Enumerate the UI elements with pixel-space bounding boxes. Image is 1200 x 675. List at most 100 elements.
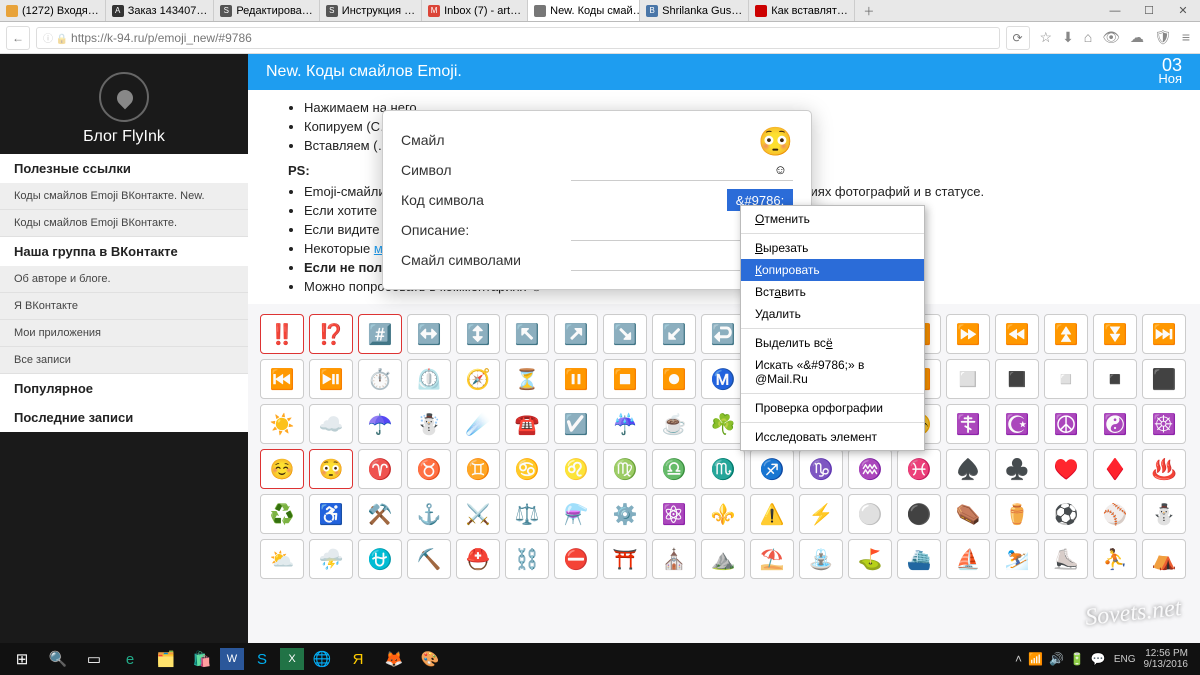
emoji-cell[interactable]: ♠️ (946, 449, 990, 489)
emoji-cell[interactable]: ♈ (358, 449, 402, 489)
emoji-cell[interactable]: ⛅ (260, 539, 304, 579)
emoji-cell[interactable]: ⚖️ (505, 494, 549, 534)
tab-6[interactable]: BShrilanka Gus… (640, 0, 749, 21)
emoji-cell[interactable]: ⚒️ (358, 494, 402, 534)
popup-value-symbol[interactable]: ☺ (571, 159, 793, 181)
emoji-cell[interactable]: ⛹️ (1093, 539, 1137, 579)
emoji-cell[interactable]: ♎ (652, 449, 696, 489)
edge-icon[interactable]: e (112, 645, 148, 673)
tab-0[interactable]: (1272) Входя… (0, 0, 106, 21)
tab-1[interactable]: AЗаказ 143407… (106, 0, 215, 21)
emoji-cell[interactable]: ♑ (799, 449, 843, 489)
emoji-cell[interactable]: ⚡ (799, 494, 843, 534)
ctx-cut[interactable]: Вырезать (741, 237, 924, 259)
emoji-cell[interactable]: ☎️ (505, 404, 549, 444)
emoji-cell[interactable]: ⚪ (848, 494, 892, 534)
emoji-cell[interactable]: ☔ (603, 404, 647, 444)
emoji-cell[interactable]: ⬛ (1142, 359, 1186, 399)
paint-icon[interactable]: 🎨 (412, 645, 448, 673)
emoji-cell[interactable]: ⛸️ (1044, 539, 1088, 579)
firefox-icon[interactable]: 🦊 (376, 645, 412, 673)
emoji-cell[interactable]: ♨️ (1142, 449, 1186, 489)
ctx-spellcheck[interactable]: Проверка орфографии (741, 397, 924, 419)
emoji-cell[interactable]: ⛷️ (995, 539, 1039, 579)
emoji-cell[interactable]: ⏲️ (407, 359, 451, 399)
emoji-cell[interactable]: ⛩️ (603, 539, 647, 579)
emoji-cell[interactable]: ⚙️ (603, 494, 647, 534)
emoji-cell[interactable]: ☄️ (456, 404, 500, 444)
emoji-cell[interactable]: ⏬ (1093, 314, 1137, 354)
emoji-cell[interactable]: ◾ (1093, 359, 1137, 399)
emoji-cell[interactable]: ⛴️ (897, 539, 941, 579)
emoji-cell[interactable]: ♋ (505, 449, 549, 489)
yandex-icon[interactable]: Я (340, 645, 376, 673)
emoji-cell[interactable]: ⏮️ (260, 359, 304, 399)
explorer-icon[interactable]: 🗂️ (148, 645, 184, 673)
emoji-cell[interactable]: ☺️ (260, 449, 304, 489)
emoji-cell[interactable]: ◻️ (946, 359, 990, 399)
emoji-cell[interactable]: ↙️ (652, 314, 696, 354)
emoji-cell[interactable]: ⚽ (1044, 494, 1088, 534)
emoji-cell[interactable]: ⛺ (1142, 539, 1186, 579)
emoji-cell[interactable]: 🧭 (456, 359, 500, 399)
emoji-cell[interactable]: ⚔️ (456, 494, 500, 534)
tray-clock[interactable]: 12:56 PM 9/13/2016 (1144, 648, 1189, 670)
emoji-cell[interactable]: ⛄ (1142, 494, 1186, 534)
menu-icon[interactable]: ≡ (1182, 29, 1190, 46)
emoji-cell[interactable]: Ⓜ️ (701, 359, 745, 399)
emoji-cell[interactable]: ♐ (750, 449, 794, 489)
emoji-cell[interactable]: ☮️ (1044, 404, 1088, 444)
window-minimize[interactable]: — (1098, 0, 1132, 21)
start-button[interactable]: ⊞ (4, 645, 40, 673)
emoji-cell[interactable]: ⛓️ (505, 539, 549, 579)
new-tab-button[interactable]: ＋ (855, 0, 883, 21)
emoji-cell[interactable]: ⛳ (848, 539, 892, 579)
tray-wifi-icon[interactable]: 📶 (1028, 652, 1043, 666)
tab-3[interactable]: SИнструкция … (320, 0, 422, 21)
word-icon[interactable]: W (220, 648, 244, 670)
emoji-cell[interactable]: ⛵ (946, 539, 990, 579)
emoji-cell[interactable]: ⚠️ (750, 494, 794, 534)
emoji-cell[interactable]: ⚰️ (946, 494, 990, 534)
excel-icon[interactable]: X (280, 648, 304, 670)
sidebar-link-all[interactable]: Все записи (0, 347, 248, 374)
home-icon[interactable]: ⌂ (1084, 29, 1092, 46)
emoji-cell[interactable]: ♏ (701, 449, 745, 489)
emoji-cell[interactable]: ⏩ (946, 314, 990, 354)
emoji-cell[interactable]: ⏱️ (358, 359, 402, 399)
emoji-cell[interactable]: ☸️ (1142, 404, 1186, 444)
emoji-cell[interactable]: ♒ (848, 449, 892, 489)
reload-button[interactable]: ⟳ (1006, 26, 1030, 50)
sidebar-link-emoji-new[interactable]: Коды смайлов Emoji ВКонтакте. New. (0, 183, 248, 210)
tab-7[interactable]: Как вставлят… (749, 0, 855, 21)
ctx-delete[interactable]: Удалить (741, 303, 924, 325)
emoji-cell[interactable]: ⚓ (407, 494, 451, 534)
emoji-cell[interactable]: ♉ (407, 449, 451, 489)
emoji-cell[interactable]: ☁️ (309, 404, 353, 444)
emoji-cell[interactable]: ↔️ (407, 314, 451, 354)
emoji-cell[interactable]: ⛈️ (309, 539, 353, 579)
tray-volume-icon[interactable]: 🔊 (1049, 652, 1064, 666)
emoji-cell[interactable]: ♍ (603, 449, 647, 489)
emoji-cell[interactable]: ◼️ (995, 359, 1039, 399)
emoji-cell[interactable]: ↩️ (701, 314, 745, 354)
addon-icon[interactable]: 👁 (1102, 29, 1120, 46)
emoji-cell[interactable]: ⚫ (897, 494, 941, 534)
emoji-cell[interactable]: ♦️ (1093, 449, 1137, 489)
url-input[interactable]: ⓘ 🔒 https://k-94.ru/p/emoji_new/#9786 (36, 27, 1000, 49)
ctx-copy[interactable]: Копировать (741, 259, 924, 281)
ublock-icon[interactable]: 🛡 (1154, 29, 1172, 46)
window-maximize[interactable]: ☐ (1132, 0, 1166, 21)
chrome-icon[interactable]: 🌐 (304, 645, 340, 673)
download-icon[interactable]: ⬇ (1062, 29, 1074, 46)
emoji-cell[interactable]: ♓ (897, 449, 941, 489)
emoji-cell[interactable]: ⏭️ (1142, 314, 1186, 354)
emoji-cell[interactable]: ⛰️ (701, 539, 745, 579)
emoji-cell[interactable]: ☯️ (1093, 404, 1137, 444)
emoji-cell[interactable]: ♌ (554, 449, 598, 489)
emoji-cell[interactable]: ⚾ (1093, 494, 1137, 534)
emoji-cell[interactable]: ⏸️ (554, 359, 598, 399)
emoji-cell[interactable]: ⛔ (554, 539, 598, 579)
emoji-cell[interactable]: ⛲ (799, 539, 843, 579)
emoji-cell[interactable]: ☘️ (701, 404, 745, 444)
